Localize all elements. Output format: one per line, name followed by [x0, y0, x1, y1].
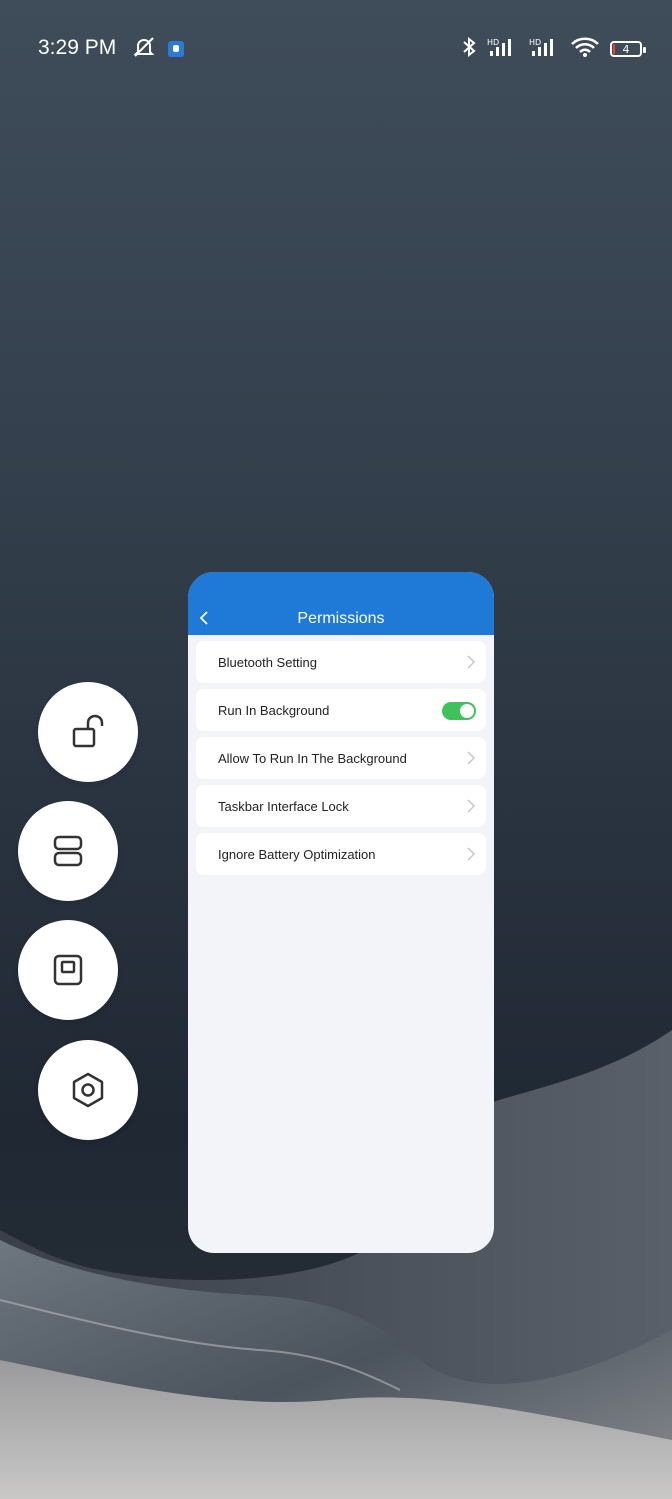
split-layout-icon	[53, 835, 83, 867]
row-label: Run In Background	[218, 702, 330, 718]
chevron-right-icon	[467, 751, 476, 765]
app-notification-icon	[168, 41, 184, 57]
hd-signal-icon: HD	[486, 37, 518, 62]
row-label: Allow To Run In The Background	[218, 750, 407, 766]
window-button[interactable]	[18, 920, 118, 1020]
settings-button[interactable]	[38, 1040, 138, 1140]
row-label: Bluetooth Setting	[218, 654, 318, 670]
panel-header: Permissions	[188, 572, 494, 635]
battery-fill	[613, 44, 615, 54]
chevron-right-icon	[467, 847, 476, 861]
allow-run-background-row[interactable]: Allow To Run In The Background	[196, 737, 486, 779]
bluetooth-icon	[462, 36, 476, 62]
toggle-knob	[460, 704, 474, 718]
chevron-right-icon	[467, 799, 476, 813]
hd-signal-icon: HD	[528, 37, 560, 62]
unlock-icon	[71, 714, 105, 750]
mute-icon	[132, 36, 156, 63]
status-left-icons	[132, 34, 184, 64]
battery-icon: 4	[610, 41, 646, 57]
bluetooth-setting-row[interactable]: Bluetooth Setting	[196, 641, 486, 683]
battery-level: 4	[622, 42, 630, 56]
ignore-battery-optimization-row[interactable]: Ignore Battery Optimization	[196, 833, 486, 875]
taskbar-interface-lock-row[interactable]: Taskbar Interface Lock	[196, 785, 486, 827]
row-label: Taskbar Interface Lock	[218, 798, 349, 814]
row-label: Ignore Battery Optimization	[218, 846, 376, 862]
unlock-button[interactable]	[38, 682, 138, 782]
permission-list: Bluetooth Setting Run In Background Allo…	[188, 635, 494, 875]
status-time: 3:29 PM	[38, 36, 117, 59]
chevron-right-icon	[467, 655, 476, 669]
settings-hex-icon	[71, 1072, 105, 1108]
run-in-background-toggle[interactable]	[442, 702, 476, 720]
permissions-panel: Permissions Bluetooth Setting Run In Bac…	[188, 572, 494, 1253]
wifi-icon	[570, 36, 600, 63]
run-in-background-row: Run In Background	[196, 689, 486, 731]
svg-text:HD: HD	[487, 38, 499, 47]
status-right-icons: HD HD 4	[462, 34, 646, 64]
panel-title: Permissions	[297, 610, 385, 627]
split-layout-button[interactable]	[18, 801, 118, 901]
status-bar: 3:29 PM HD HD 4	[0, 30, 672, 70]
svg-text:HD: HD	[529, 38, 541, 47]
window-icon	[53, 954, 83, 986]
phone-screen: 3:29 PM HD HD 4 Permissions Bluetooth Se…	[0, 0, 672, 1499]
